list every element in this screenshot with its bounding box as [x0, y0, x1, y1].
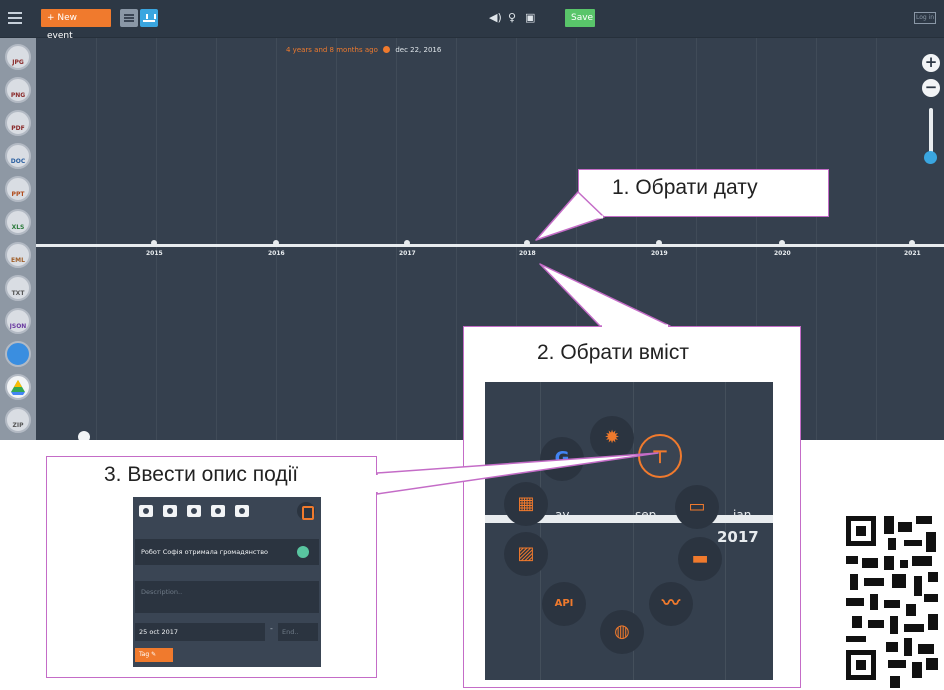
start-date-input[interactable]: 25 oct 2017 [135, 623, 265, 641]
qr-code [838, 508, 944, 690]
timeline-axis[interactable] [36, 244, 944, 247]
top-toolbar: + New event ◀) ♀ ▣ Save Log in [0, 0, 944, 41]
end-date-input[interactable]: End.. [278, 623, 318, 641]
year-tick[interactable] [404, 240, 410, 246]
wheel-year-label: 2017 [717, 528, 759, 546]
current-date-status: 4 years and 8 months ago dec 22, 2016 [286, 46, 441, 54]
api-icon[interactable]: API [542, 582, 586, 626]
year-label: 2018 [519, 250, 536, 257]
event-description-input[interactable]: Description.. [135, 581, 319, 613]
timeline-view-button[interactable] [140, 9, 158, 27]
lightbulb-icon[interactable]: ♀ [508, 12, 516, 24]
jpg-file-icon[interactable]: JPG [5, 44, 31, 70]
year-label: 2016 [268, 250, 285, 257]
virus-icon[interactable]: ✹ [590, 416, 634, 460]
callout-select-content-text: 2. Обрати вміст [537, 341, 689, 364]
pdf-file-icon[interactable]: PDF [5, 110, 31, 136]
hamburger-menu-icon[interactable] [8, 12, 22, 24]
sign-icon[interactable]: ⊤ [638, 434, 682, 478]
title-confirm-icon[interactable] [297, 546, 309, 558]
year-label: 2020 [774, 250, 791, 257]
gallery-icon[interactable] [187, 505, 201, 517]
month-label: jan [733, 508, 752, 522]
event-title-input[interactable]: Робот Софія отримала громадянство [135, 539, 319, 565]
location-pin-icon[interactable] [75, 428, 93, 440]
map-icon[interactable]: ▨ [504, 532, 548, 576]
file-type-sidebar: JPG PNG PDF DOC PPT XLS EML TXT JSON ZIP [0, 38, 36, 440]
speaker-icon[interactable]: ◀) [489, 12, 502, 24]
txt-file-icon[interactable]: TXT [5, 275, 31, 301]
year-label: 2017 [399, 250, 416, 257]
camera-icon[interactable]: ▣ [525, 12, 535, 24]
zoom-out-button[interactable]: − [922, 79, 940, 97]
year-tick[interactable] [779, 240, 785, 246]
png-file-icon[interactable]: PNG [5, 77, 31, 103]
new-event-button[interactable]: + New event [41, 9, 111, 41]
doc-file-icon[interactable]: DOC [5, 143, 31, 169]
qr-finder-pattern [846, 516, 876, 546]
google-drive-icon[interactable] [5, 374, 31, 400]
line-chart-icon[interactable]: 〰 [649, 582, 693, 626]
month-label: sep [635, 508, 657, 522]
login-button[interactable]: Log in [914, 12, 936, 24]
globe-icon[interactable]: ◍ [600, 610, 644, 654]
date-marker-icon [383, 46, 391, 53]
ppt-file-icon[interactable]: PPT [5, 176, 31, 202]
callout-enter-description-text: 3. Ввести опис події [104, 463, 299, 486]
dropbox-icon[interactable] [5, 341, 31, 367]
year-label: 2019 [651, 250, 668, 257]
link-icon[interactable] [235, 505, 249, 517]
save-button[interactable]: Save [565, 9, 595, 27]
zoom-slider-handle[interactable] [924, 151, 937, 164]
year-label: 2021 [904, 250, 921, 257]
year-tick[interactable] [909, 240, 915, 246]
year-label: 2015 [146, 250, 163, 257]
zip-file-icon[interactable]: ZIP [5, 407, 31, 433]
json-file-icon[interactable]: JSON [5, 308, 31, 334]
qr-finder-pattern [846, 650, 876, 680]
video-icon[interactable] [163, 505, 177, 517]
delete-event-icon[interactable] [297, 502, 315, 520]
tag-button[interactable]: Tag ✎ [135, 648, 173, 662]
year-tick[interactable] [151, 240, 157, 246]
google-icon[interactable]: G [540, 437, 584, 481]
eml-file-icon[interactable]: EML [5, 242, 31, 268]
chart-image-icon[interactable]: ▦ [504, 482, 548, 526]
time-ago-text: 4 years and 8 months ago [286, 46, 378, 54]
xls-file-icon[interactable]: XLS [5, 209, 31, 235]
document-icon[interactable] [211, 505, 225, 517]
event-form: Робот Софія отримала громадянство Descri… [133, 497, 321, 667]
callout-select-date-text: 1. Обрати дату [612, 176, 758, 199]
year-tick[interactable] [656, 240, 662, 246]
date-range-separator: - [270, 624, 273, 633]
photo-icon[interactable] [139, 505, 153, 517]
tag-button-label: Tag [139, 651, 150, 658]
current-date-text: dec 22, 2016 [395, 46, 442, 54]
toggle-icon[interactable]: ▬ [678, 537, 722, 581]
year-tick[interactable] [524, 240, 530, 246]
tutorial-figure: + New event ◀) ♀ ▣ Save Log in JPG PNG P… [0, 0, 944, 690]
content-type-wheel: ay sep jan 2017 G ✹ ⊤ ▭ ▬ 〰 ◍ API ▨ ▦ [485, 382, 773, 680]
month-label: ay [555, 508, 570, 522]
zoom-in-button[interactable]: + [922, 54, 940, 72]
rectangle-icon[interactable]: ▭ [675, 485, 719, 529]
year-tick[interactable] [273, 240, 279, 246]
list-view-button[interactable] [120, 9, 138, 27]
